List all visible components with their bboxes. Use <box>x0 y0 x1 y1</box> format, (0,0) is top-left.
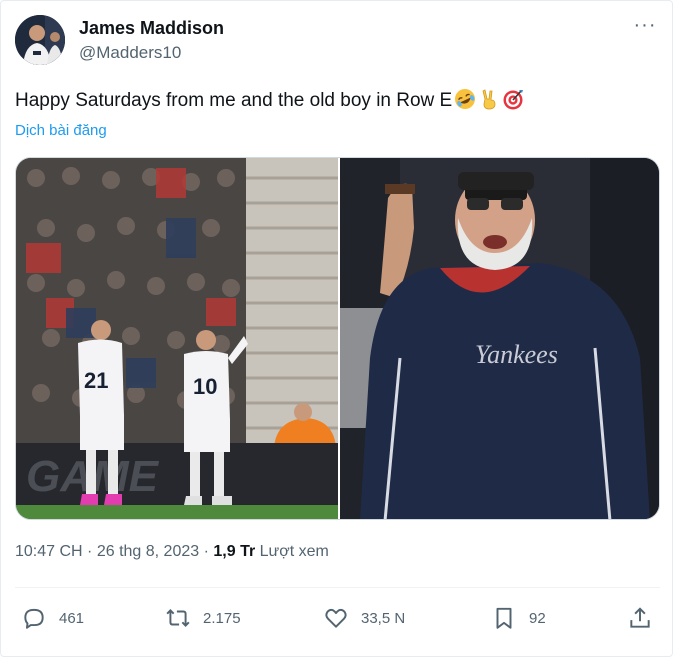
rolling-on-floor-laughing-emoji <box>455 89 476 109</box>
translate-post-link[interactable]: Dịch bài đăng <box>15 122 107 139</box>
direct-hit-emoji <box>503 90 524 110</box>
like-count: 33,5 N <box>361 609 406 627</box>
tweet-text: Happy Saturdays from me and the old boy … <box>15 88 524 112</box>
share-button[interactable] <box>627 601 653 635</box>
tweet-date[interactable]: 26 thg 8, 2023 <box>97 543 199 560</box>
views-count: 1,9 Tr <box>213 543 256 560</box>
author-handle[interactable]: @Madders10 <box>79 43 181 63</box>
bookmark-button[interactable]: 92 <box>491 601 546 635</box>
reply-count: 461 <box>59 609 85 627</box>
meta-separator-2: · <box>203 543 209 560</box>
reply-button[interactable]: 461 <box>21 601 84 635</box>
author-name[interactable]: James Maddison <box>79 18 224 39</box>
reply-icon <box>24 608 44 629</box>
views-label: Lượt xem <box>259 543 329 560</box>
tweet-media[interactable]: GAME 21 10 <box>15 157 660 520</box>
tweet-time[interactable]: 10:47 CH <box>15 543 83 560</box>
divider <box>15 587 660 588</box>
more-options-icon[interactable]: ··· <box>630 15 660 41</box>
bookmark-count: 92 <box>529 609 546 627</box>
share-icon <box>630 607 650 628</box>
tweet-meta: 10:47 CH · 26 thg 8, 2023 · 1,9 Tr Lượt … <box>15 543 329 561</box>
repost-icon <box>166 609 190 627</box>
player-number-10: 10 <box>193 374 217 399</box>
tweet-card: James Maddison @Madders10 ··· Happy Satu… <box>0 0 673 657</box>
like-button[interactable]: 33,5 N <box>323 601 405 635</box>
photo-players-celebrating[interactable]: GAME 21 10 <box>16 158 338 520</box>
jacket-logo-text: Yankees <box>475 340 558 369</box>
repost-button[interactable]: 2.175 <box>165 601 241 635</box>
tweet-text-body: Happy Saturdays from me and the old boy … <box>15 90 453 111</box>
tweet-actions: 461 2.175 33,5 N 92 <box>15 601 660 635</box>
tweet-header: James Maddison @Madders10 ··· <box>15 15 660 67</box>
victory-hand-emoji <box>482 89 496 110</box>
repost-count: 2.175 <box>203 609 241 627</box>
meta-separator: · <box>87 543 93 560</box>
photo-fan-in-row-e[interactable]: Yankees <box>340 158 660 520</box>
bookmark-icon <box>496 607 512 629</box>
heart-icon <box>325 608 347 628</box>
avatar[interactable] <box>15 15 65 65</box>
player-number-21: 21 <box>84 368 108 393</box>
